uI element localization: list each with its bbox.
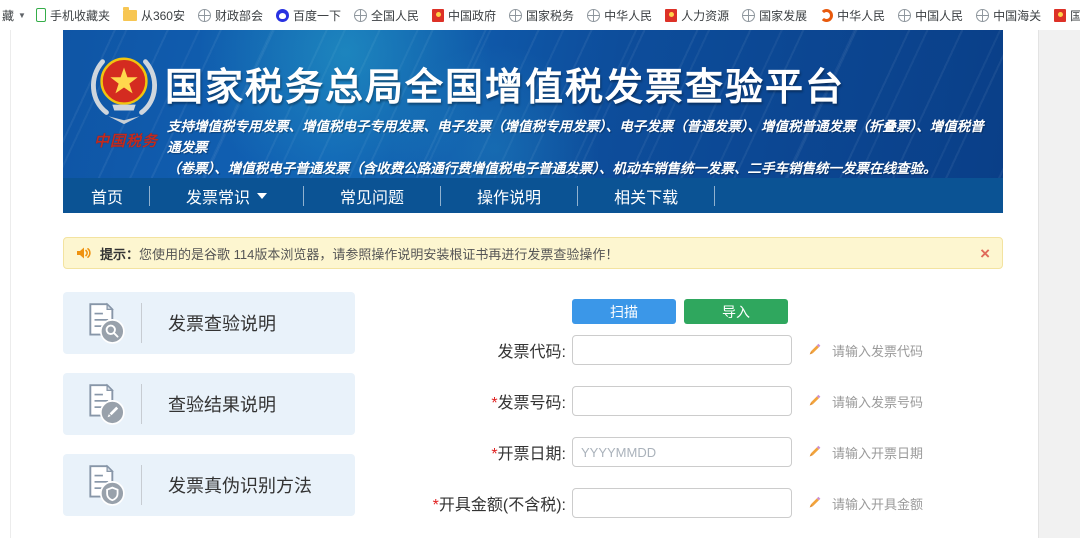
document-edit-icon: [83, 382, 127, 426]
left-divider: [10, 30, 11, 538]
logo-caption: 中国税务: [81, 130, 171, 151]
field-hint: 请输入发票号码: [832, 392, 923, 411]
field-hint: 请输入开票日期: [832, 443, 923, 462]
form-row-invoice-code: 发票代码: 请输入发票代码: [403, 335, 1003, 365]
globe-icon: [509, 9, 522, 22]
right-gutter: [1038, 30, 1080, 538]
nav-item-faq[interactable]: 常见问题: [304, 184, 440, 208]
card-divider: [141, 303, 142, 343]
globe-icon: [742, 9, 755, 22]
bookmark-item[interactable]: 国家市场: [1054, 7, 1080, 24]
invoice-amount-input[interactable]: [572, 488, 792, 518]
bookmark-item[interactable]: 中华人民: [587, 7, 652, 24]
close-icon[interactable]: ×: [980, 245, 990, 262]
bookmark-item[interactable]: 中国海关: [976, 7, 1041, 24]
card-divider: [141, 465, 142, 505]
field-hint: 请输入开具金额: [832, 494, 923, 513]
field-label: 发票代码:: [403, 338, 566, 362]
bookmark-item[interactable]: 手机收藏夹: [36, 7, 110, 24]
bookmark-item[interactable]: 中国政府: [432, 7, 496, 24]
pencil-icon[interactable]: [806, 444, 822, 460]
bookmark-item[interactable]: 中华人民: [820, 7, 885, 24]
card-divider: [141, 384, 142, 424]
bookmark-item[interactable]: 财政部会: [198, 7, 263, 24]
bookmarks-overflow[interactable]: 藏 ▼: [2, 7, 26, 24]
alert-text: 提示：您使用的是谷歌 114版本浏览器，请参照操作说明安装根证书再进行发票查验操…: [100, 244, 618, 263]
bookmarks-overflow-label: 藏: [2, 7, 14, 24]
folder-icon: [123, 10, 137, 21]
bookmark-item[interactable]: 国家发展: [742, 7, 807, 24]
invoice-date-input[interactable]: [572, 437, 792, 467]
import-button[interactable]: 导入: [684, 299, 788, 324]
baidu-paw-icon: [276, 9, 289, 22]
globe-icon: [354, 9, 367, 22]
field-hint: 请输入发票代码: [832, 341, 923, 360]
pencil-icon[interactable]: [806, 342, 822, 358]
nav-item-invoice-knowledge[interactable]: 发票常识: [150, 184, 303, 208]
field-label: *开具金额(不含税):: [403, 491, 566, 515]
banner-subtitle: 支持增值税专用发票、增值税电子专用发票、电子发票（增值税专用发票）、电子发票（普…: [167, 116, 987, 178]
bookmark-item[interactable]: 百度一下: [276, 7, 341, 24]
field-label: *发票号码:: [403, 389, 566, 413]
globe-icon: [976, 9, 989, 22]
bookmark-item[interactable]: 从360安: [123, 7, 185, 24]
form-row-invoice-number: *发票号码: 请输入发票号码: [403, 386, 1003, 416]
form-row-invoice-date: *开票日期: 请输入开票日期: [403, 437, 1003, 467]
document-shield-icon: [83, 463, 127, 507]
tax-emblem-logo: [85, 48, 163, 130]
bookmark-item[interactable]: 中国人民: [898, 7, 963, 24]
sidebar-item-invoice-check-help[interactable]: 发票查验说明: [63, 292, 355, 354]
invoice-form: 扫描 导入 发票代码: 请输入发票代码: [403, 299, 1003, 538]
c-swirl-icon: [820, 9, 833, 22]
bookmark-item[interactable]: 国家税务: [509, 7, 574, 24]
field-label: *开票日期:: [403, 440, 566, 464]
pencil-icon[interactable]: [806, 393, 822, 409]
site-banner: 中国税务 国家税务总局全国增值税发票查验平台 支持增值税专用发票、增值税电子专用…: [63, 30, 1003, 178]
document-search-icon: [83, 301, 127, 345]
scan-button[interactable]: 扫描: [572, 299, 676, 324]
nav-item-downloads[interactable]: 相关下载: [578, 184, 714, 208]
nav-item-instructions[interactable]: 操作说明: [441, 184, 577, 208]
nav-item-home[interactable]: 首页: [63, 184, 149, 208]
globe-icon: [898, 9, 911, 22]
form-row-invoice-amount: *开具金额(不含税): 请输入开具金额: [403, 488, 1003, 518]
main-area: 发票查验说明: [63, 292, 1003, 524]
invoice-code-input[interactable]: [572, 335, 792, 365]
bookmarks-bar: 藏 ▼ 手机收藏夹 从360安 财政部会 百度一下 全国人民 中国政府 国家税务…: [0, 0, 1080, 30]
sidebar-item-result-help[interactable]: 查验结果说明: [63, 373, 355, 435]
chevron-down-icon: [257, 193, 267, 199]
phone-icon: [36, 8, 46, 22]
nav-separator: [714, 186, 715, 206]
national-emblem-icon: [432, 9, 444, 22]
sidebar-item-authenticity-help[interactable]: 发票真伪识别方法: [63, 454, 355, 516]
pencil-icon[interactable]: [806, 495, 822, 511]
alert-message: 您使用的是谷歌 114版本浏览器，请参照操作说明安装根证书再进行发票查验操作！: [139, 247, 618, 262]
bookmark-item[interactable]: 人力资源: [665, 7, 729, 24]
bookmark-item[interactable]: 全国人民: [354, 7, 419, 24]
chevron-down-icon: ▼: [18, 11, 26, 20]
page: 中国税务 国家税务总局全国增值税发票查验平台 支持增值税专用发票、增值税电子专用…: [0, 30, 1080, 538]
page-title: 国家税务总局全国增值税发票查验平台: [165, 56, 845, 111]
invoice-number-input[interactable]: [572, 386, 792, 416]
banner-subtitle-line1: 支持增值税专用发票、增值税电子专用发票、电子发票（增值税专用发票）、电子发票（普…: [167, 116, 987, 158]
browser-alert: 提示：您使用的是谷歌 114版本浏览器，请参照操作说明安装根证书再进行发票查验操…: [63, 237, 1003, 269]
national-emblem-icon: [665, 9, 677, 22]
banner-subtitle-line2: （卷票）、增值税电子普通发票（含收费公路通行费增值税电子普通发票）、机动车销售统…: [167, 158, 987, 178]
globe-icon: [587, 9, 600, 22]
main-nav: 首页 发票常识 常见问题 操作说明 相关下载: [63, 178, 1003, 213]
alert-prefix: 提示：: [100, 247, 139, 262]
speaker-icon: [76, 246, 92, 260]
globe-icon: [198, 9, 211, 22]
national-emblem-icon: [1054, 9, 1066, 22]
sidebar: 发票查验说明: [63, 292, 355, 535]
